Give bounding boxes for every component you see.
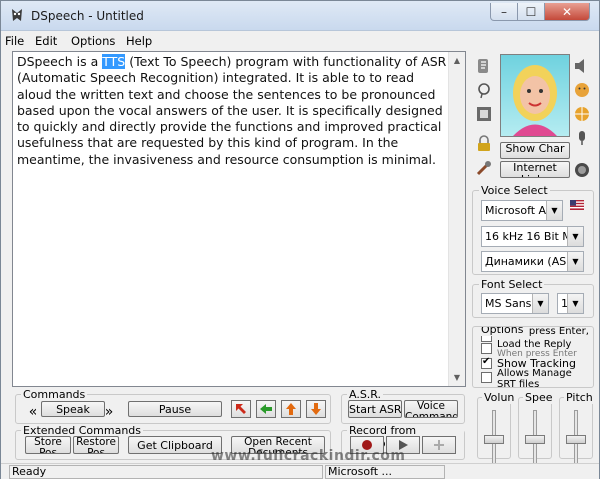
pitch-label: Pitch (564, 391, 595, 404)
speed-group: Spee (518, 391, 555, 468)
voice-dropdown[interactable]: Microsoft Ann ▼ (481, 200, 563, 221)
font-dropdown[interactable]: MS Sans ▼ (481, 293, 549, 314)
volume-thumb[interactable] (484, 435, 504, 444)
menu-bar: File Edit Options Help (1, 32, 599, 50)
prev-sentence-button[interactable]: « (27, 405, 39, 419)
microphone-icon[interactable] (573, 129, 591, 147)
maximize-button[interactable]: ☐ (517, 3, 545, 21)
pitch-thumb[interactable] (566, 435, 586, 444)
asr-group: A.S.R. Start ASR Voice Command (341, 388, 465, 424)
output-device-dropdown[interactable]: Динамики (ASU ▼ (481, 251, 584, 272)
minimize-icon: – (501, 4, 507, 19)
menu-file[interactable]: File (5, 34, 24, 48)
menu-help[interactable]: Help (126, 34, 152, 48)
add-button[interactable] (422, 436, 456, 454)
editor-text: DSpeech is a TTS (Text To Speech) progra… (17, 54, 449, 168)
left-arrow-button[interactable] (256, 400, 276, 418)
app-window: DSpeech - Untitled – ☐ ✕ File Edit Optio… (0, 0, 600, 479)
speed-slider[interactable] (523, 410, 547, 470)
start-asr-button[interactable]: Start ASR (348, 400, 402, 418)
tools-icon[interactable] (475, 159, 493, 177)
chevron-down-icon: ▼ (567, 252, 583, 271)
chevron-down-icon: ▼ (567, 294, 583, 313)
pitch-slider[interactable] (564, 410, 588, 470)
down-arrow-button[interactable] (306, 400, 326, 418)
selected-text: TTS (102, 54, 126, 69)
up-left-arrow-icon (236, 404, 246, 414)
editor-text-before: DSpeech is a (17, 54, 103, 69)
manage-srt-label: Allows Manage SRT files (497, 368, 572, 388)
show-char-button[interactable]: Show Char (500, 142, 570, 159)
show-tracking-checkbox[interactable] (481, 356, 492, 369)
restore-position-button[interactable]: Restore Pos (73, 436, 119, 454)
load-reply-checkbox[interactable] (481, 343, 492, 354)
volume-slider[interactable] (482, 410, 506, 470)
up-left-arrow-button[interactable] (231, 400, 251, 418)
minimize-button[interactable]: – (490, 3, 518, 21)
plus-icon (434, 440, 444, 450)
listen-icon[interactable] (475, 81, 493, 99)
pause-button[interactable]: Pause (128, 401, 222, 417)
font-size-dropdown[interactable]: 1 ▼ (557, 293, 584, 314)
status-text: Ready (9, 465, 323, 479)
pitch-group: Pitch (559, 391, 595, 468)
font-dropdown-value: MS Sans (485, 297, 532, 310)
text-editor[interactable]: DSpeech is a TTS (Text To Speech) progra… (12, 51, 466, 387)
emoticon-icon[interactable] (573, 81, 591, 99)
output-device-value: Динамики (ASU (485, 255, 575, 268)
maximize-icon: ☐ (525, 4, 537, 19)
speaker-icon[interactable] (573, 57, 591, 75)
volume-label: Volun (482, 391, 517, 404)
audio-format-value: 16 kHz 16 Bit Mo (485, 230, 579, 243)
up-arrow-icon (286, 403, 296, 415)
speak-button[interactable]: Speak (41, 401, 105, 417)
window-title: DSpeech - Untitled (31, 9, 144, 23)
speed-thumb[interactable] (525, 435, 545, 444)
face-icon[interactable] (573, 161, 591, 179)
next-sentence-button[interactable]: » (103, 405, 115, 419)
chevron-down-icon: ▼ (546, 201, 562, 220)
scroll-down-icon[interactable]: ▼ (449, 369, 465, 386)
us-flag-icon (570, 200, 584, 210)
manage-srt-checkbox[interactable] (481, 372, 492, 383)
pronounce-icon[interactable] (475, 57, 493, 75)
status-bar: Ready Microsoft ... (1, 463, 599, 479)
scroll-up-icon[interactable]: ▲ (449, 52, 465, 69)
store-position-button[interactable]: Store Pos (25, 436, 71, 454)
editor-text-after: (Text To Speech) program with functional… (17, 54, 447, 167)
editor-scrollbar[interactable]: ▲ ▼ (448, 52, 465, 386)
menu-edit[interactable]: Edit (35, 34, 57, 48)
character-face-icon (513, 65, 557, 136)
watermark-text: www.fullcrackindir.com (211, 448, 406, 464)
internet-links-button[interactable]: Internet Links (500, 161, 570, 178)
commands-group: Commands « Speak » Pause (15, 388, 331, 424)
volume-group: Volun (477, 391, 517, 468)
up-arrow-button[interactable] (281, 400, 301, 418)
speed-label: Spee (523, 391, 555, 404)
settings-icon[interactable] (475, 105, 493, 123)
lock-icon[interactable] (475, 135, 493, 153)
audio-format-dropdown[interactable]: 16 kHz 16 Bit Mo ▼ (481, 226, 584, 247)
app-logo-icon (12, 9, 22, 21)
options-group: Options When press Enter, read the line … (472, 326, 594, 388)
font-select-label: Font Select (479, 278, 545, 291)
voice-command-button[interactable]: Voice Command (404, 400, 458, 418)
left-arrow-icon (260, 404, 272, 414)
close-button[interactable]: ✕ (544, 3, 590, 21)
get-clipboard-button[interactable]: Get Clipboard (128, 436, 222, 454)
down-arrow-icon (311, 403, 321, 415)
voice-select-label: Voice Select (479, 184, 550, 197)
menu-options[interactable]: Options (71, 34, 115, 48)
font-select-group: Font Select MS Sans ▼ 1 ▼ (472, 278, 594, 318)
voice-select-group: Voice Select Microsoft Ann ▼ 16 kHz 16 Bi… (472, 184, 594, 275)
close-icon: ✕ (561, 4, 573, 19)
character-avatar[interactable] (500, 54, 570, 137)
chevron-down-icon: ▼ (532, 294, 548, 313)
network-icon[interactable] (573, 105, 591, 123)
title-bar: DSpeech - Untitled – ☐ ✕ (1, 1, 599, 31)
commands-label: Commands (21, 388, 88, 401)
status-voice: Microsoft ... (325, 465, 445, 479)
chevron-down-icon: ▼ (567, 227, 583, 246)
options-label: Options (479, 327, 526, 336)
